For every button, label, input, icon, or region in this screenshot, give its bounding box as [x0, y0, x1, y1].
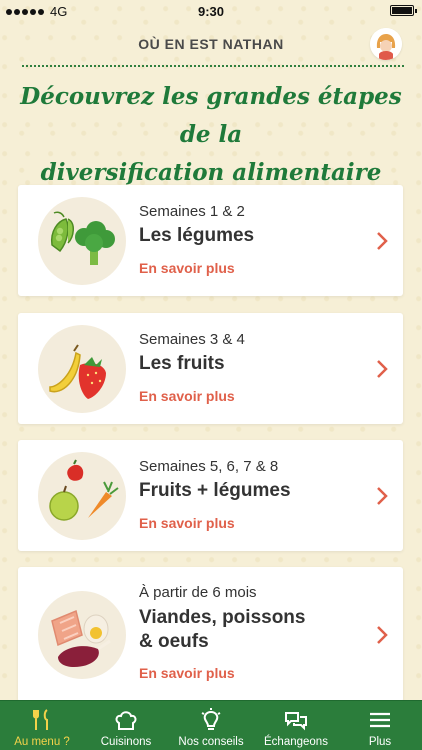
stage-card-meat-fish-eggs[interactable]: À partir de 6 mois Viandes, poissons & o… — [18, 567, 403, 702]
learn-more-link[interactable]: En savoir plus — [139, 260, 235, 276]
learn-more-link[interactable]: En savoir plus — [139, 665, 235, 681]
status-bar: 4G 9:30 — [0, 0, 422, 22]
stage-card-fruits-vegetables[interactable]: Semaines 5, 6, 7 & 8 Fruits + légumes En… — [18, 440, 403, 551]
thumb-image — [38, 325, 126, 413]
headline-line-1: Découvrez les grandes étapes de la — [20, 83, 402, 148]
thumb-image — [38, 197, 126, 285]
card-title-line-2: & oeufs — [139, 631, 209, 652]
stage-card-fruits[interactable]: Semaines 3 & 4 Les fruits En savoir plus — [18, 313, 403, 424]
child-avatar-icon — [370, 28, 402, 60]
headline: Découvrez les grandes étapes de la diver… — [10, 78, 412, 192]
fork-knife-icon — [33, 709, 48, 730]
page-title: OÙ EN EST NATHAN — [138, 36, 284, 52]
chevron-right-icon — [377, 487, 388, 505]
card-title: Les légumes — [139, 225, 255, 246]
thumb-image — [38, 452, 126, 540]
card-title-line-1: Viandes, poissons — [139, 607, 306, 628]
apple-carrot-pepper-icon — [49, 459, 119, 521]
card-period: À partir de 6 mois — [139, 584, 257, 601]
header-divider — [22, 65, 404, 67]
battery-icon — [390, 5, 417, 16]
learn-more-link[interactable]: En savoir plus — [139, 515, 235, 531]
peas-broccoli-icon — [50, 211, 115, 265]
tab-plus[interactable]: Plus — [338, 701, 422, 750]
chevron-right-icon — [377, 232, 388, 250]
lightbulb-icon — [201, 708, 221, 730]
card-title: Fruits + légumes — [139, 480, 291, 501]
banana-strawberry-icon — [49, 344, 106, 399]
avatar[interactable] — [370, 28, 402, 60]
tab-cuisinons[interactable]: Cuisinons — [84, 701, 168, 750]
tab-label: Plus — [368, 736, 392, 748]
chef-hat-icon — [115, 711, 137, 730]
stage-card-vegetables[interactable]: Semaines 1 & 2 Les légumes En savoir plu… — [18, 185, 403, 296]
card-period: Semaines 1 & 2 — [139, 203, 245, 220]
learn-more-link[interactable]: En savoir plus — [139, 388, 235, 404]
tab-au-menu[interactable]: Au menu ? — [0, 701, 84, 750]
card-period: Semaines 3 & 4 — [139, 331, 245, 348]
menu-icon — [370, 712, 390, 728]
card-title: Les fruits — [139, 353, 225, 374]
card-period: Semaines 5, 6, 7 & 8 — [139, 458, 279, 475]
tab-label: Échangeons — [264, 736, 328, 748]
tab-nos-conseils[interactable]: Nos conseils — [168, 701, 254, 750]
chevron-right-icon — [377, 626, 388, 644]
tab-label: Cuisinons — [100, 736, 152, 748]
meat-fish-egg-icon — [51, 609, 111, 667]
thumb-image — [38, 591, 126, 679]
tab-label: Nos conseils — [178, 736, 244, 748]
tab-echangeons[interactable]: Échangeons — [254, 701, 338, 750]
chevron-right-icon — [377, 360, 388, 378]
tab-label: Au menu ? — [14, 736, 70, 748]
header: OÙ EN EST NATHAN — [0, 22, 422, 66]
chat-bubbles-icon — [285, 712, 307, 731]
tab-bar: Au menu ? Cuisinons Nos conseils Échange… — [0, 700, 422, 750]
status-time: 9:30 — [197, 4, 225, 19]
